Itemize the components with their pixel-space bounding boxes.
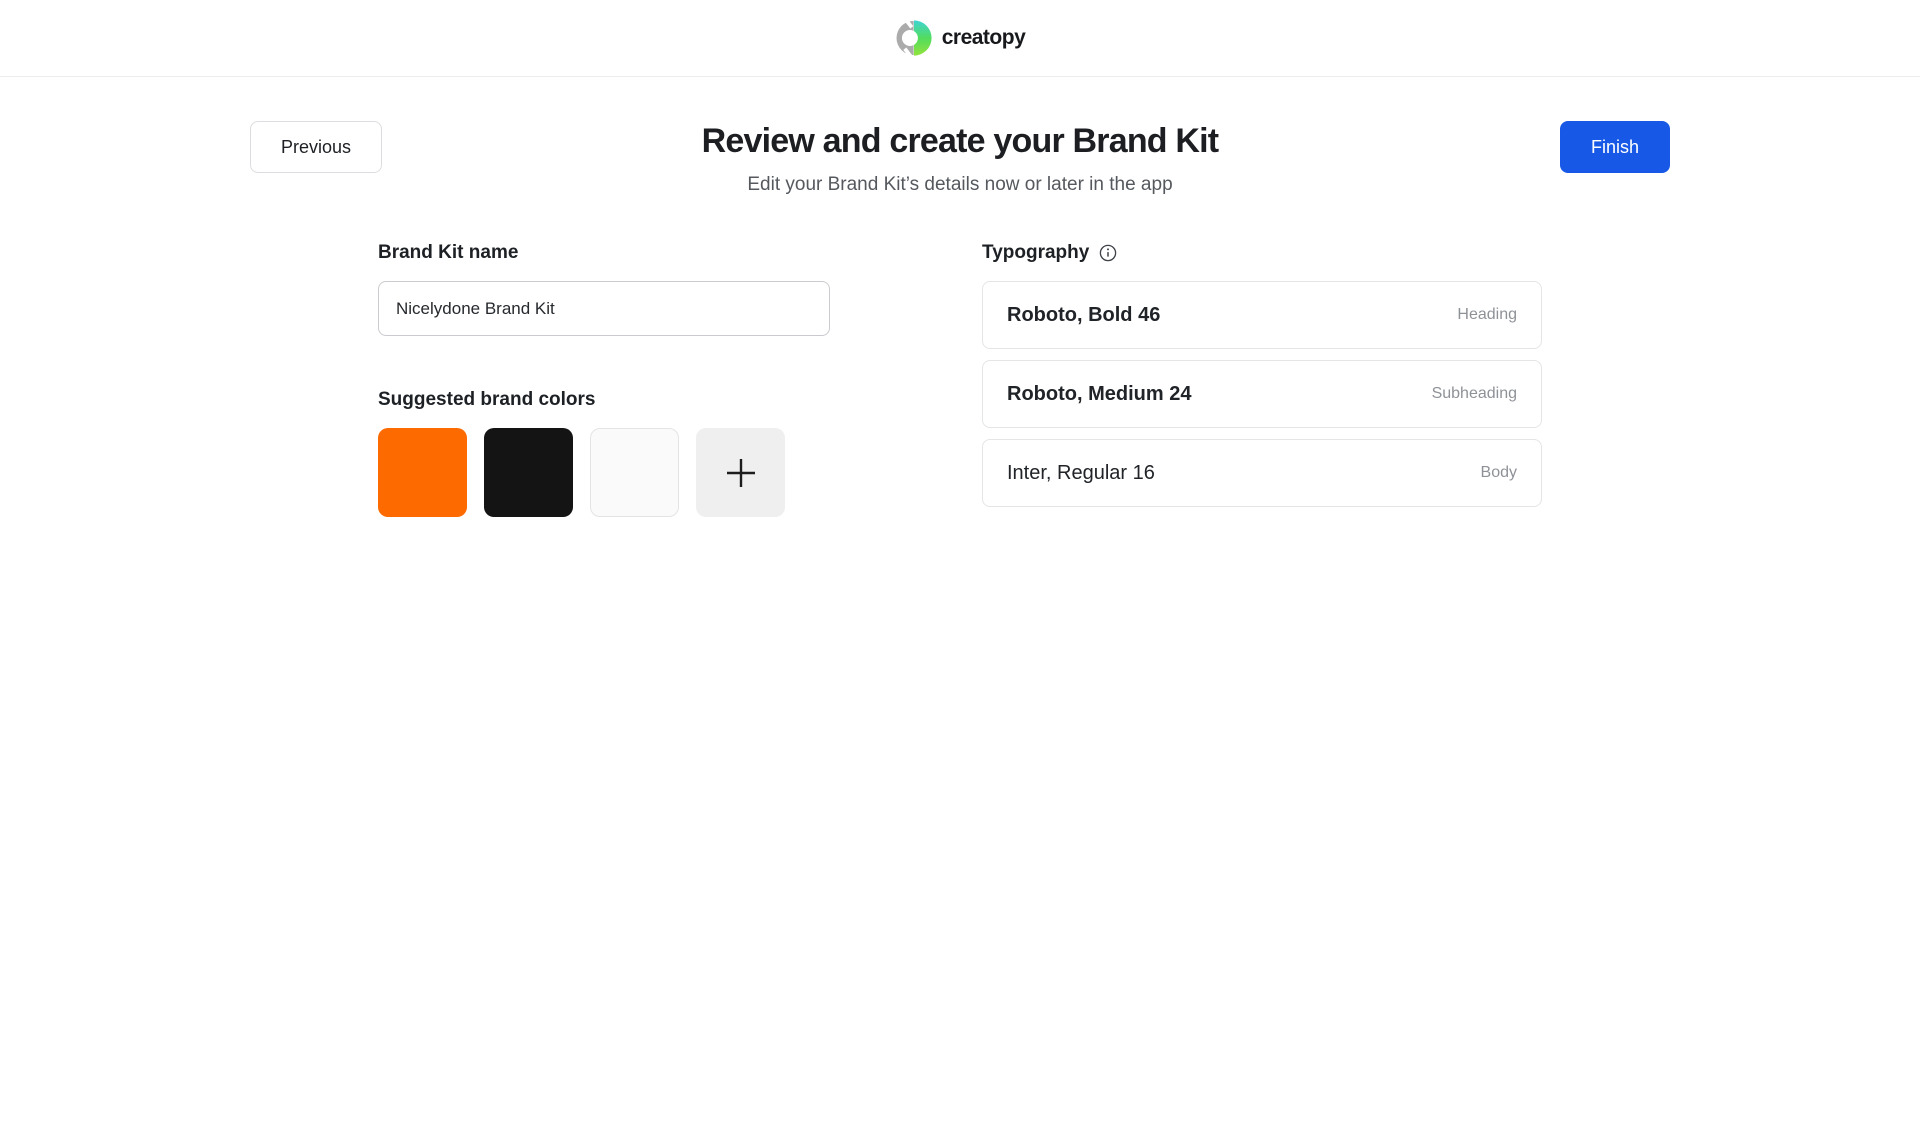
page-subtitle: Edit your Brand Kit’s details now or lat… bbox=[747, 173, 1173, 195]
info-icon[interactable] bbox=[1099, 244, 1117, 262]
brand-kit-content: Brand Kit name Suggested brand colors Ty… bbox=[378, 241, 1542, 518]
app-header: creatopy bbox=[0, 0, 1920, 77]
color-swatch-orange[interactable] bbox=[378, 428, 467, 518]
typography-card-subheading[interactable]: Roboto, Medium 24 Subheading bbox=[982, 360, 1542, 429]
typography-column: Typography Roboto, Bold 46 Heading Robot… bbox=[982, 241, 1542, 518]
font-role: Body bbox=[1480, 464, 1517, 482]
page-title: Review and create your Brand Kit bbox=[701, 122, 1219, 160]
brand-kit-name-label: Brand Kit name bbox=[378, 242, 519, 264]
font-spec: Roboto, Medium 24 bbox=[1007, 382, 1192, 405]
color-swatch-white[interactable] bbox=[590, 428, 679, 518]
font-role: Heading bbox=[1457, 306, 1517, 324]
title-block: Review and create your Brand Kit Edit yo… bbox=[702, 121, 1219, 197]
font-role: Subheading bbox=[1431, 385, 1517, 403]
creatopy-logo: creatopy bbox=[895, 19, 1026, 57]
typography-label: Typography bbox=[982, 242, 1090, 264]
finish-button[interactable]: Finish bbox=[1560, 121, 1670, 173]
suggested-colors-label: Suggested brand colors bbox=[378, 389, 596, 411]
previous-button[interactable]: Previous bbox=[250, 121, 382, 173]
typography-card-heading[interactable]: Roboto, Bold 46 Heading bbox=[982, 281, 1542, 350]
plus-icon bbox=[724, 456, 758, 490]
creatopy-logo-text: creatopy bbox=[941, 26, 1026, 49]
wizard-top-row: Previous Review and create your Brand Ki… bbox=[250, 121, 1670, 197]
color-swatch-black[interactable] bbox=[484, 428, 573, 518]
typography-header: Typography bbox=[982, 241, 1542, 264]
font-spec: Inter, Regular 16 bbox=[1007, 461, 1155, 484]
creatopy-logo-icon bbox=[895, 19, 933, 57]
brand-kit-left-column: Brand Kit name Suggested brand colors bbox=[378, 241, 830, 518]
font-spec: Roboto, Bold 46 bbox=[1007, 303, 1161, 326]
color-swatch-row bbox=[378, 428, 830, 518]
add-color-button[interactable] bbox=[696, 428, 785, 518]
typography-card-body[interactable]: Inter, Regular 16 Body bbox=[982, 439, 1542, 508]
brand-kit-name-input[interactable] bbox=[378, 281, 830, 337]
